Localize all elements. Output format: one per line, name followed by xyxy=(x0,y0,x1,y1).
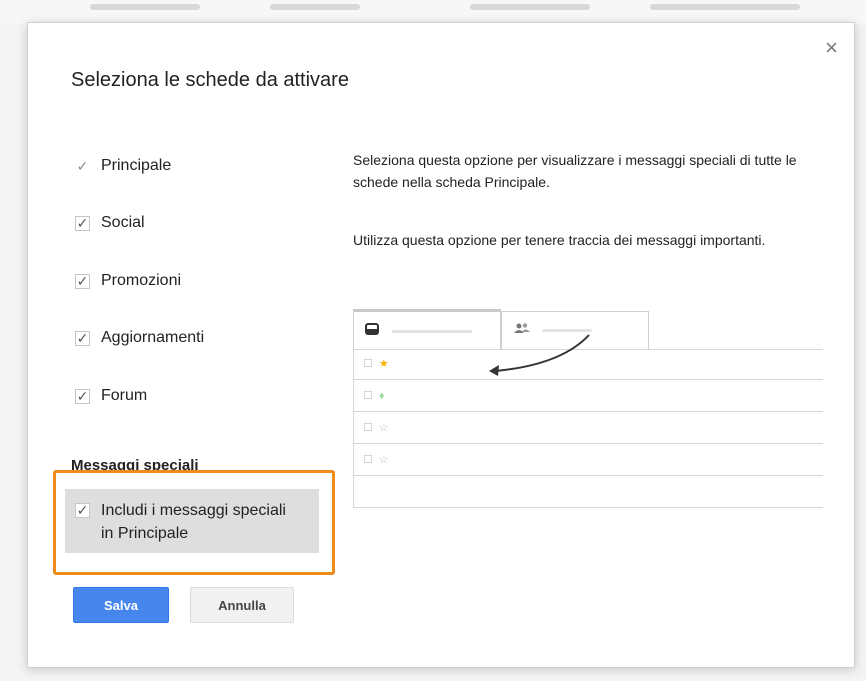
checkbox-aggiornamenti[interactable]: ✓ xyxy=(75,330,90,346)
checkbox-promozioni[interactable]: ✓ xyxy=(75,273,90,289)
tab-option-principale: ✓ Principale xyxy=(75,157,172,175)
highlight-frame xyxy=(53,470,335,575)
tab-option-aggiornamenti[interactable]: ✓ Aggiornamenti xyxy=(75,329,204,347)
preview-row: ☐ ☆ xyxy=(363,421,389,434)
checkbox-icon: ☐ xyxy=(363,422,373,434)
blurred-text xyxy=(470,4,590,10)
important-marker-icon: ♦ xyxy=(378,390,385,402)
preview-row: ☐ ☆ xyxy=(363,453,389,466)
preview-row: ☐ ★ xyxy=(363,357,389,370)
blurred-text xyxy=(90,4,200,10)
tab-option-forum[interactable]: ✓ Forum xyxy=(75,387,147,405)
tab-option-label[interactable]: Promozioni xyxy=(101,272,181,290)
save-button[interactable]: Salva xyxy=(73,587,169,623)
blurred-tab-label xyxy=(392,330,472,333)
background-toolbar xyxy=(0,0,866,24)
preview-tab-primary xyxy=(353,309,501,349)
preview-left-border xyxy=(353,349,354,507)
checkbox-social[interactable]: ✓ xyxy=(75,215,90,231)
checkbox-icon: ☐ xyxy=(363,390,373,402)
preview-illustration: ☐ ★ ☐ ♦ ☐ ☆ ☐ ☆ xyxy=(353,309,823,519)
check-icon: ✓ xyxy=(76,157,89,174)
tab-option-social[interactable]: ✓ Social xyxy=(75,214,145,232)
star-icon: ★ xyxy=(378,358,389,370)
close-icon[interactable]: × xyxy=(825,37,838,59)
cancel-button[interactable]: Annulla xyxy=(190,587,294,623)
curved-arrow-icon xyxy=(489,334,590,376)
star-outline-icon: ☆ xyxy=(378,454,389,466)
dialog-title: Seleziona le schede da attivare xyxy=(71,69,349,91)
blurred-text xyxy=(650,4,800,10)
tab-option-label[interactable]: Forum xyxy=(101,387,147,405)
tabs-dialog: × Seleziona le schede da attivare ✓ Prin… xyxy=(27,22,855,668)
preview-divider xyxy=(353,507,823,508)
description-paragraph-1: Seleziona questa opzione per visualizzar… xyxy=(353,152,797,190)
tab-option-label: Principale xyxy=(101,157,172,174)
checkbox-forum[interactable]: ✓ xyxy=(75,388,90,404)
preview-divider xyxy=(353,443,823,444)
preview-divider xyxy=(353,475,823,476)
description-paragraph-2: Utilizza questa opzione per tenere tracc… xyxy=(353,232,766,248)
preview-row: ☐ ♦ xyxy=(363,389,385,402)
star-outline-icon: ☆ xyxy=(378,422,389,434)
tab-option-label[interactable]: Social xyxy=(101,214,145,232)
checkbox-icon: ☐ xyxy=(363,358,373,370)
inbox-icon xyxy=(365,323,379,335)
preview-divider xyxy=(353,411,823,412)
checkbox-icon: ☐ xyxy=(363,454,373,466)
tab-option-promozioni[interactable]: ✓ Promozioni xyxy=(75,272,181,290)
tab-option-label[interactable]: Aggiornamenti xyxy=(101,329,204,347)
blurred-text xyxy=(270,4,360,10)
